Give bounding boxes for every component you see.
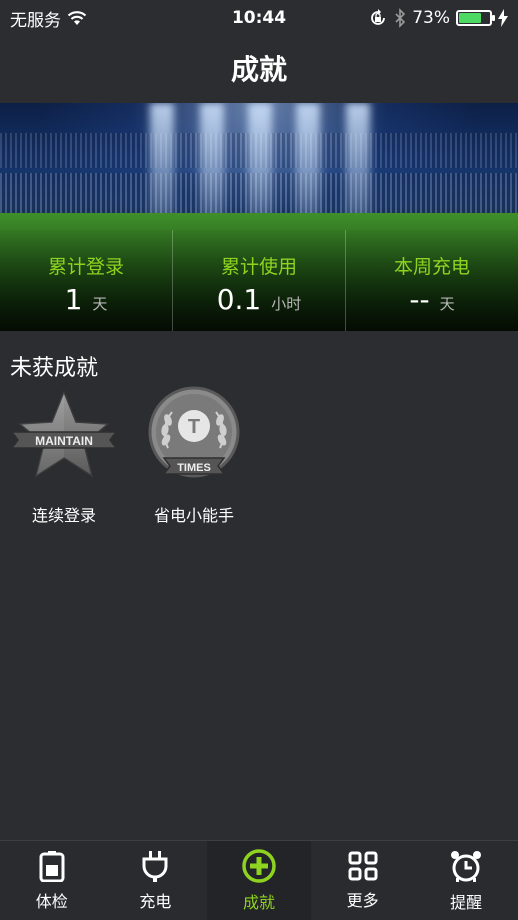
stat-usage-hours: 累计使用 0.1 小时 [172, 230, 345, 331]
stat-label: 累计使用 [220, 256, 297, 278]
svg-text:MAINTAIN: MAINTAIN [35, 434, 93, 448]
achievement-label: 连续登录 [31, 506, 96, 525]
plug-icon [142, 850, 168, 882]
stadium-banner: 累计登录 1 天 累计使用 0.1 小时 本周充电 -- 天 [0, 103, 518, 331]
tab-charge[interactable]: 充电 [104, 841, 208, 920]
svg-text:T: T [188, 416, 200, 438]
tab-bar: 体检 充电 成就 更多 提醒 [0, 840, 518, 920]
page-title: 成就 [230, 53, 287, 86]
stat-value: 1 [64, 283, 83, 316]
tab-label: 体检 [35, 891, 68, 911]
wifi-icon [67, 11, 87, 25]
tab-reminder[interactable]: 提醒 [414, 841, 518, 920]
bluetooth-icon [395, 8, 406, 28]
tab-achievements[interactable]: 成就 [207, 841, 311, 920]
rotation-lock-icon [371, 9, 386, 25]
stat-value: 0.1 [216, 283, 262, 316]
status-left: 无服务 [10, 6, 87, 31]
section-title: 未获成就 [10, 356, 99, 381]
stat-login-days: 累计登录 1 天 [0, 230, 172, 331]
svg-text:TIMES: TIMES [177, 462, 211, 474]
tab-label: 更多 [346, 890, 379, 910]
battery-percent: 73% [412, 8, 450, 28]
battery-icon [456, 10, 495, 26]
carrier-label: 无服务 [10, 10, 61, 31]
tab-label: 成就 [242, 892, 275, 912]
status-right: 73% [368, 8, 508, 28]
stat-unit: 小时 [271, 295, 302, 313]
tab-more[interactable]: 更多 [311, 841, 415, 920]
tab-label: 提醒 [450, 892, 483, 912]
grid-icon [348, 851, 378, 880]
stats-row: 累计登录 1 天 累计使用 0.1 小时 本周充电 -- 天 [0, 230, 518, 331]
tab-label: 充电 [139, 891, 172, 911]
star-badge-icon: MAINTAIN [10, 389, 118, 478]
status-bar: 无服务 10:44 73% [0, 0, 518, 36]
achievement-item[interactable]: T TIMES 省电小能手 [138, 386, 250, 526]
stat-label: 本周充电 [393, 256, 470, 278]
laurel-badge-icon: T TIMES [148, 386, 240, 478]
alarm-clock-icon [451, 850, 482, 882]
charging-bolt-icon [498, 9, 508, 27]
achievement-label: 省电小能手 [153, 506, 234, 525]
achievement-list: MAINTAIN 连续登录 T TIMES 省电小能手 [0, 386, 250, 526]
plus-circle-icon [242, 848, 276, 883]
tab-checkup[interactable]: 体检 [0, 841, 104, 920]
battery-level-fill [459, 13, 481, 23]
stat-unit: 天 [92, 295, 108, 313]
stat-label: 累计登录 [47, 256, 124, 278]
stat-weekly-charge: 本周充电 -- 天 [345, 230, 518, 331]
stat-value: -- [409, 283, 430, 316]
stat-unit: 天 [439, 295, 455, 313]
achievement-item[interactable]: MAINTAIN 连续登录 [8, 386, 120, 526]
battery-icon [39, 850, 65, 882]
